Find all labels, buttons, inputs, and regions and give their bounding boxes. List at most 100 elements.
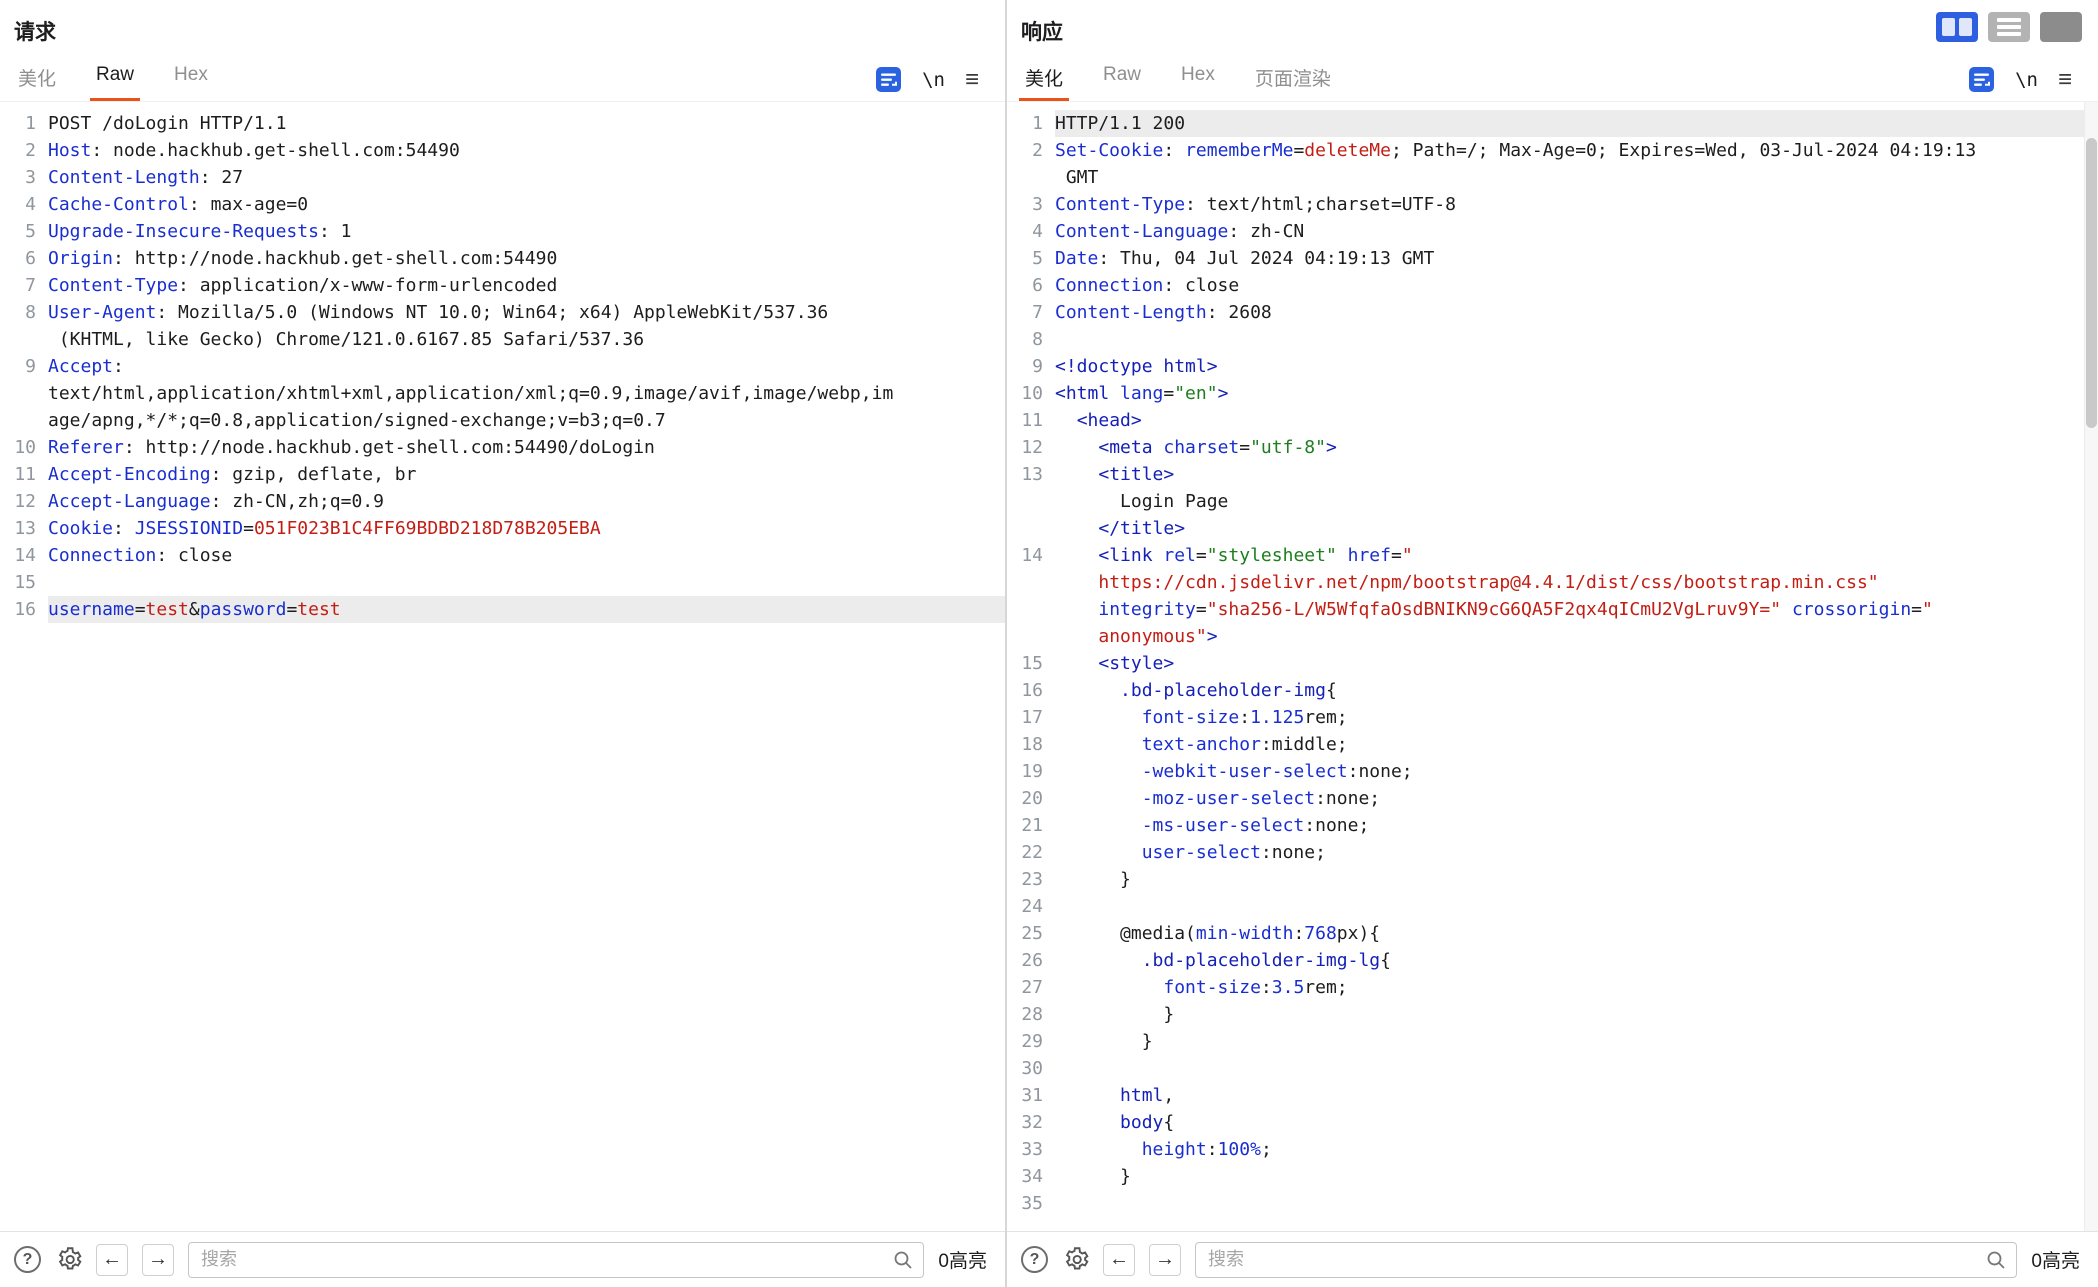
code-line[interactable]: 20 -moz-user-select:none;	[1007, 785, 2098, 812]
code-line[interactable]: 19 -webkit-user-select:none;	[1007, 758, 2098, 785]
code-line[interactable]: (KHTML, like Gecko) Chrome/121.0.6167.85…	[0, 326, 1005, 353]
code-line[interactable]: 35	[1007, 1190, 2098, 1217]
code-line[interactable]: 16 username=test&password=test	[0, 596, 1005, 623]
code-line[interactable]: 2 Set-Cookie: rememberMe=deleteMe; Path=/…	[1007, 137, 2098, 164]
code-line[interactable]: 24	[1007, 893, 2098, 920]
tab-response-raw[interactable]: Raw	[1101, 58, 1143, 101]
code-line[interactable]: 3 Content-Length: 27	[0, 164, 1005, 191]
code-line[interactable]: GMT	[1007, 164, 2098, 191]
code-line[interactable]: 7 Content-Length: 2608	[1007, 299, 2098, 326]
code-line[interactable]: 33 height:100%;	[1007, 1136, 2098, 1163]
code-text: <html lang="en">	[1055, 383, 1229, 404]
request-editor[interactable]: 1 POST /doLogin HTTP/1.1 2 Host: node.hackh…	[0, 102, 1005, 1231]
tab-response-beautify[interactable]: 美化	[1018, 58, 1070, 101]
code-line[interactable]: anonymous">	[1007, 623, 2098, 650]
two-column-view-button[interactable]	[1936, 12, 1978, 42]
code-line[interactable]: 14 <link rel="stylesheet" href="	[1007, 542, 2098, 569]
tab-response-render[interactable]: 页面渲染	[1253, 58, 1333, 101]
code-line[interactable]: 29 }	[1007, 1028, 2098, 1055]
help-icon[interactable]: ?	[14, 1246, 41, 1273]
code-line[interactable]: 15 <style>	[1007, 650, 2098, 677]
back-arrow-button[interactable]: ←	[96, 1243, 128, 1276]
tab-request-beautify[interactable]: 美化	[16, 58, 58, 101]
forward-arrow-button[interactable]: →	[142, 1243, 174, 1276]
code-line[interactable]: 2 Host: node.hackhub.get-shell.com:54490	[0, 137, 1005, 164]
response-search-input[interactable]	[1195, 1241, 2018, 1278]
help-icon[interactable]: ?	[1021, 1246, 1048, 1273]
code-line[interactable]: 27 font-size:3.5rem;	[1007, 974, 2098, 1001]
code-line[interactable]: 5 Upgrade-Insecure-Requests: 1	[0, 218, 1005, 245]
code-line[interactable]: https://cdn.jsdelivr.net/npm/bootstrap@4…	[1007, 569, 2098, 596]
code-line[interactable]: 1 POST /doLogin HTTP/1.1	[0, 110, 1005, 137]
code-line[interactable]: 10 <html lang="en">	[1007, 380, 2098, 407]
code-line[interactable]: 12 Accept-Language: zh-CN,zh;q=0.9	[0, 488, 1005, 515]
code-line[interactable]: 25 @media(min-width:768px){	[1007, 920, 2098, 947]
code-line[interactable]: 23 }	[1007, 866, 2098, 893]
code-line[interactable]: 6 Origin: http://node.hackhub.get-shell.c…	[0, 245, 1005, 272]
tab-response-hex[interactable]: Hex	[1179, 58, 1217, 101]
code-line[interactable]: 5 Date: Thu, 04 Jul 2024 04:19:13 GMT	[1007, 245, 2098, 272]
tab-request-hex[interactable]: Hex	[172, 58, 210, 101]
code-line[interactable]: 8 User-Agent: Mozilla/5.0 (Windows NT 10.…	[0, 299, 1005, 326]
newline-toggle[interactable]: \n	[2015, 69, 2038, 91]
code-line[interactable]: 26 .bd-placeholder-img-lg{	[1007, 947, 2098, 974]
code-line[interactable]: 34 }	[1007, 1163, 2098, 1190]
code-line[interactable]: 10 Referer: http://node.hackhub.get-shell…	[0, 434, 1005, 461]
code-line[interactable]: 21 -ms-user-select:none;	[1007, 812, 2098, 839]
back-arrow-button[interactable]: ←	[1103, 1243, 1135, 1276]
code-line[interactable]: 32 body{	[1007, 1109, 2098, 1136]
code-line[interactable]: 12 <meta charset="utf-8">	[1007, 434, 2098, 461]
request-search-input[interactable]	[188, 1241, 925, 1278]
code-line[interactable]: 16 .bd-placeholder-img{	[1007, 677, 2098, 704]
request-panel-title: 请求	[14, 21, 56, 44]
code-text: <head>	[1076, 410, 1142, 431]
code-line[interactable]: 22 user-select:none;	[1007, 839, 2098, 866]
line-number: 5	[25, 221, 36, 242]
code-text: </title>	[1098, 518, 1186, 539]
settings-gear-icon[interactable]	[1062, 1246, 1089, 1273]
code-line[interactable]: Login Page	[1007, 488, 2098, 515]
code-line[interactable]: 11 <head>	[1007, 407, 2098, 434]
code-line[interactable]: 11 Accept-Encoding: gzip, deflate, br	[0, 461, 1005, 488]
code-line[interactable]: 4 Cache-Control: max-age=0	[0, 191, 1005, 218]
settings-gear-icon[interactable]	[55, 1246, 82, 1273]
code-line[interactable]: 31 html,	[1007, 1082, 2098, 1109]
code-line[interactable]: 13 <title>	[1007, 461, 2098, 488]
code-line[interactable]: 15	[0, 569, 1005, 596]
code-line[interactable]: 28 }	[1007, 1001, 2098, 1028]
code-line[interactable]: 14 Connection: close	[0, 542, 1005, 569]
code-line[interactable]: 9 <!doctype html>	[1007, 353, 2098, 380]
newline-toggle[interactable]: \n	[922, 69, 945, 91]
word-wrap-icon[interactable]	[875, 66, 902, 93]
code-line[interactable]: </title>	[1007, 515, 2098, 542]
code-line[interactable]: 8	[1007, 326, 2098, 353]
scrollbar-thumb[interactable]	[2086, 138, 2097, 428]
stacked-view-button[interactable]	[1988, 12, 2030, 42]
tab-request-raw[interactable]: Raw	[90, 58, 141, 101]
line-number: 26	[1021, 950, 1043, 971]
code-line[interactable]: 18 text-anchor:middle;	[1007, 731, 2098, 758]
code-line[interactable]: age/apng,*/*;q=0.8,application/signed-ex…	[0, 407, 1005, 434]
code-text: Set-Cookie: rememberMe=deleteMe; Path=/;…	[1055, 140, 1977, 161]
code-line[interactable]: 9 Accept:	[0, 353, 1005, 380]
code-line[interactable]: 6 Connection: close	[1007, 272, 2098, 299]
forward-arrow-button[interactable]: →	[1149, 1243, 1181, 1276]
line-number: 8	[25, 302, 36, 323]
code-line[interactable]: 13 Cookie: JSESSIONID=051F023B1C4FF69BDBD…	[0, 515, 1005, 542]
editor-menu-icon[interactable]: ≡	[2058, 67, 2072, 92]
request-footer: ? ← → 0高亮	[0, 1231, 1005, 1287]
code-line[interactable]: 3 Content-Type: text/html;charset=UTF-8	[1007, 191, 2098, 218]
code-line[interactable]: 17 font-size:1.125rem;	[1007, 704, 2098, 731]
code-line[interactable]: 30	[1007, 1055, 2098, 1082]
code-line[interactable]: 7 Content-Type: application/x-www-form-ur…	[0, 272, 1005, 299]
single-view-button[interactable]	[2040, 12, 2082, 42]
code-line[interactable]: 4 Content-Language: zh-CN	[1007, 218, 2098, 245]
response-editor[interactable]: 1 HTTP/1.1 200 2 Set-Cookie: rememberMe=del…	[1007, 102, 2098, 1231]
word-wrap-icon[interactable]	[1968, 66, 1995, 93]
code-line[interactable]: text/html,application/xhtml+xml,applicat…	[0, 380, 1005, 407]
vertical-scrollbar[interactable]	[2084, 102, 2098, 1231]
editor-menu-icon[interactable]: ≡	[965, 67, 979, 92]
line-number: 22	[1021, 842, 1043, 863]
code-line[interactable]: 1 HTTP/1.1 200	[1007, 110, 2098, 137]
code-line[interactable]: integrity="sha256-L/W5WfqfaOsdBNIKN9cG6Q…	[1007, 596, 2098, 623]
